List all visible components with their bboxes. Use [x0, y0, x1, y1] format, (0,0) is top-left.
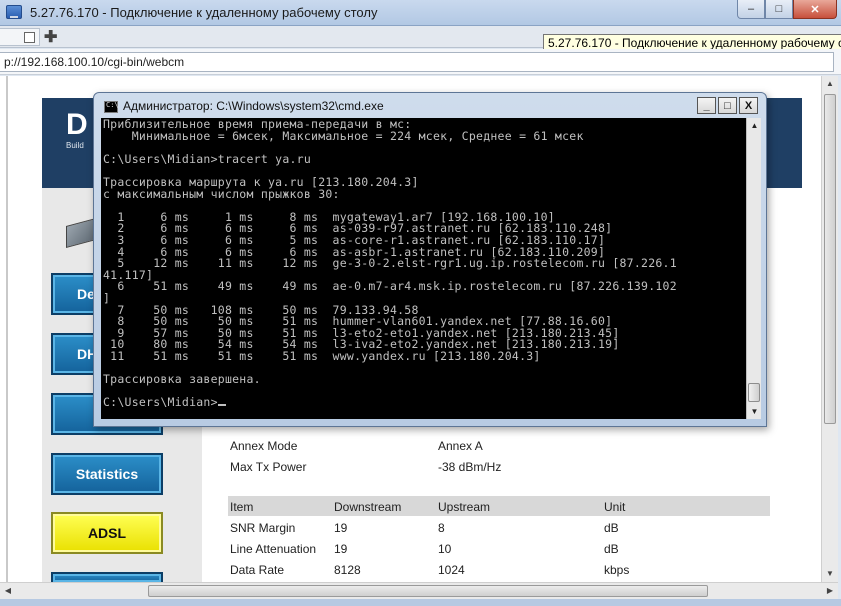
table-row-snr-down: 19 — [334, 521, 348, 535]
cmd-console-output[interactable]: Приблизительное время приема-передачи в … — [101, 118, 746, 419]
table-row-snr-item: SNR Margin — [230, 521, 296, 535]
browser-tab[interactable] — [0, 28, 40, 46]
console-line: 6 51 ms 49 ms 49 ms ae-0.m7-ar4.msk.ip.r… — [103, 279, 677, 294]
rdp-minimize-button[interactable]: ‒ — [737, 0, 765, 19]
remote-desktop-icon — [6, 5, 22, 19]
url-input[interactable]: p://192.168.100.10/cgi-bin/webcm — [0, 52, 834, 72]
console-line: 5 12 ms 11 ms 12 ms ge-3-0-2.elst-rgr1.u… — [103, 256, 677, 271]
scroll-down-arrow-icon[interactable]: ▼ — [822, 566, 838, 582]
table-row-rate-item: Data Rate — [230, 563, 285, 577]
rdp-titlebar: 5.27.76.170 - Подключение к удаленному р… — [0, 0, 841, 26]
stats-header-downstream: Downstream — [334, 500, 402, 514]
console-text: Приблизительное время приема-передачи в … — [103, 118, 746, 410]
stats-header-item: Item — [230, 500, 254, 514]
browser-vertical-scrollbar[interactable]: ▲ ▼ — [821, 76, 838, 582]
table-row-rate-up: 1024 — [438, 563, 465, 577]
nav-statistics-button[interactable]: Statistics — [51, 453, 163, 495]
console-line: Минимальное = 6мсек, Максимальное = 224 … — [103, 128, 584, 143]
rdp-window-controls: ‒ □ ✕ — [737, 0, 837, 20]
console-prompt-text: C:\Users\Midian> — [103, 395, 218, 410]
dlink-logo: D — [66, 108, 88, 141]
page-border — [6, 76, 8, 582]
cmd-maximize-button[interactable]: □ — [718, 97, 737, 114]
console-line: C:\Users\Midian>tracert ya.ru — [103, 151, 312, 166]
scroll-up-arrow-icon[interactable]: ▲ — [822, 76, 838, 92]
address-bar: p://192.168.100.10/cgi-bin/webcm — [0, 49, 841, 75]
console-line: Трассировка завершена. — [103, 372, 261, 387]
cmd-scroll-down-arrow-icon[interactable]: ▼ — [747, 404, 762, 419]
table-row-snr-unit: dB — [604, 521, 619, 535]
table-row-rate-down: 8128 — [334, 563, 361, 577]
rdp-window-title: 5.27.76.170 - Подключение к удаленному р… — [30, 5, 378, 20]
table-row-rate-unit: kbps — [604, 563, 630, 577]
cmd-scroll-thumb[interactable] — [748, 383, 760, 402]
annex-mode-label: Annex Mode — [230, 439, 298, 453]
cmd-minimize-button[interactable]: _ — [697, 97, 716, 114]
scroll-left-arrow-icon[interactable]: ◀ — [0, 583, 16, 599]
table-row-atten-up: 10 — [438, 542, 452, 556]
vertical-scroll-thumb[interactable] — [824, 94, 836, 424]
stats-header-unit: Unit — [604, 500, 626, 514]
cmd-scroll-up-arrow-icon[interactable]: ▲ — [747, 118, 762, 133]
table-row-atten-item: Line Attenuation — [230, 542, 317, 556]
browser-horizontal-scrollbar[interactable]: ◀ ▶ — [0, 582, 838, 599]
console-prompt[interactable]: C:\Users\Midian> — [103, 395, 746, 410]
max-tx-power-value: -38 dBm/Hz — [438, 460, 502, 474]
table-row-atten-unit: dB — [604, 542, 619, 556]
horizontal-scroll-thumb[interactable] — [148, 585, 708, 597]
scroll-right-arrow-icon[interactable]: ▶ — [822, 583, 838, 599]
cmd-window[interactable]: Администратор: C:\Windows\system32\cmd.e… — [93, 92, 767, 427]
table-row-snr-up: 8 — [438, 521, 445, 535]
table-row-atten-down: 19 — [334, 542, 348, 556]
new-tab-button[interactable]: ✚ — [44, 27, 57, 47]
rdp-close-button[interactable]: ✕ — [793, 0, 837, 19]
cmd-icon — [104, 101, 119, 113]
cmd-window-controls: _ □ X — [697, 97, 758, 114]
max-tx-power-label: Max Tx Power — [230, 460, 307, 474]
console-line: с максимальным числом прыжков 30: — [103, 186, 340, 201]
nav-adsl-button[interactable]: ADSL — [51, 512, 163, 554]
dlink-tagline: Build — [66, 141, 84, 150]
rdp-window-bottom-frame — [0, 599, 841, 606]
rdp-maximize-button[interactable]: □ — [765, 0, 793, 19]
console-line: 11 51 ms 51 ms 51 ms www.yandex.ru [213.… — [103, 348, 541, 363]
text-cursor — [217, 404, 226, 407]
tab-page-icon — [24, 32, 35, 43]
stats-table-header — [228, 496, 770, 516]
stats-header-upstream: Upstream — [438, 500, 491, 514]
annex-mode-value: Annex A — [438, 439, 483, 453]
cmd-close-button[interactable]: X — [739, 97, 758, 114]
cmd-vertical-scrollbar[interactable]: ▲ ▼ — [746, 118, 761, 419]
cmd-window-title: Администратор: C:\Windows\system32\cmd.e… — [123, 99, 384, 113]
